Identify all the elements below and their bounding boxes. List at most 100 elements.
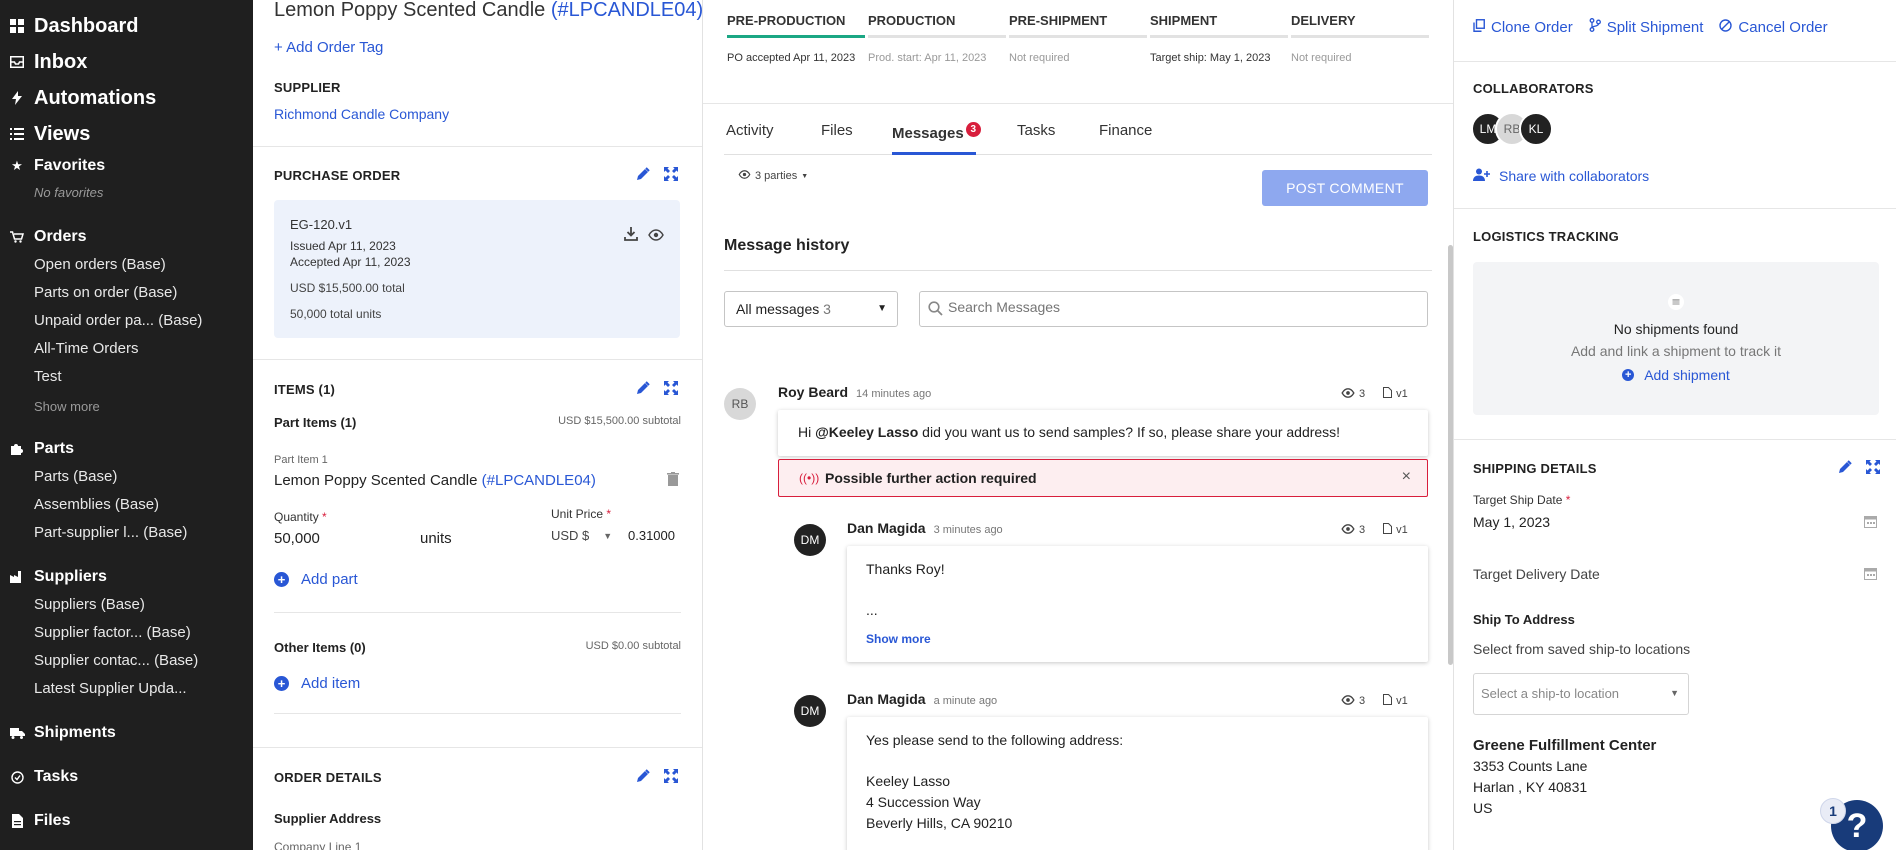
nav-parts[interactable]: Parts [0, 439, 253, 459]
target-ship-label-text: Target Ship Date [1473, 493, 1563, 507]
tab-finance[interactable]: Finance [1099, 122, 1152, 139]
split-shipment-button[interactable]: Split Shipment [1589, 18, 1703, 36]
part-ref-link[interactable]: (#LPCANDLE04) [482, 472, 596, 489]
edit-icon[interactable] [636, 381, 650, 400]
edit-icon[interactable] [636, 769, 650, 788]
nav-latest-supplier[interactable]: Latest Supplier Upda... [34, 680, 187, 697]
nav-part-supplier[interactable]: Part-supplier l... (Base) [34, 524, 187, 541]
message-version[interactable]: v1 [1396, 388, 1408, 400]
items-label: ITEMS (1) [274, 382, 336, 397]
nav-parts-base[interactable]: Parts (Base) [34, 468, 117, 485]
expand-icon[interactable] [1866, 460, 1880, 479]
nav-suppliers-base[interactable]: Suppliers (Base) [34, 596, 145, 613]
search-messages-input[interactable] [948, 299, 1408, 315]
edit-icon[interactable] [636, 167, 650, 186]
tab-activity[interactable]: Activity [726, 122, 774, 139]
collaborator-avatar[interactable]: KL [1519, 112, 1553, 146]
cancel-order-label: Cancel Order [1738, 18, 1828, 36]
avatar: RB [724, 388, 756, 420]
search-messages-field[interactable] [919, 291, 1428, 327]
messages-count-badge: 3 [965, 122, 981, 137]
tab-tasks[interactable]: Tasks [1017, 122, 1055, 139]
add-item-button[interactable]: + Add item [274, 675, 681, 692]
logistics-label: LOGISTICS TRACKING [1473, 229, 1619, 244]
nav-supplier-factor[interactable]: Supplier factor... (Base) [34, 624, 191, 641]
tab-messages[interactable]: Messages 3 [892, 122, 981, 142]
calendar-icon[interactable] [1864, 567, 1877, 585]
broadcast-icon: ((•)) [799, 471, 820, 485]
lightning-icon [0, 91, 34, 105]
edit-icon[interactable] [1838, 460, 1852, 479]
purchase-order-card[interactable]: EG-120.v1 Issued Apr 11, 2023 Accepted A… [274, 200, 680, 338]
show-more-link[interactable]: Show more [866, 632, 931, 646]
cancel-order-button[interactable]: Cancel Order [1719, 18, 1828, 36]
eye-icon [1341, 694, 1355, 708]
mention[interactable]: @Keeley Lasso [815, 424, 918, 440]
nav-parts-on-order[interactable]: Parts on order (Base) [34, 284, 177, 301]
divider [253, 747, 702, 748]
expand-icon[interactable] [664, 167, 678, 186]
share-label: Share with collaborators [1499, 168, 1650, 184]
eye-icon [1341, 523, 1355, 537]
expand-icon[interactable] [664, 769, 678, 788]
trash-icon[interactable] [667, 472, 679, 491]
alert-text: Possible further action required [825, 470, 1037, 486]
author-name: Dan Magida [847, 691, 926, 707]
nav-automations[interactable]: Automations [0, 84, 253, 112]
nav-orders[interactable]: Orders [0, 227, 253, 247]
currency-select[interactable]: USD $ ▼ [551, 528, 612, 543]
message-filter-select[interactable]: All messages 3 ▼ [724, 291, 898, 327]
show-more-link[interactable]: Show more [34, 399, 100, 414]
part-items-subtotal: USD $15,500.00 subtotal [558, 415, 681, 427]
eye-icon[interactable] [648, 228, 664, 246]
add-shipment-button[interactable]: + Add shipment [1473, 367, 1879, 383]
parties-label: 3 parties [755, 170, 798, 182]
text-part: Hi [798, 424, 816, 440]
nav-files[interactable]: Files [0, 811, 253, 831]
target-delivery-input[interactable]: Target Delivery Date [1473, 566, 1853, 582]
close-icon[interactable]: × [1402, 468, 1411, 486]
part-item-index: Part Item 1 [274, 454, 328, 466]
share-collaborators-button[interactable]: Share with collaborators [1473, 168, 1649, 184]
tab-files[interactable]: Files [821, 122, 853, 139]
add-part-button[interactable]: + Add part [274, 571, 681, 588]
nav-assemblies[interactable]: Assemblies (Base) [34, 496, 159, 513]
nav-all-time-orders[interactable]: All-Time Orders [34, 340, 138, 357]
stage-name: DELIVERY [1291, 13, 1356, 28]
message-time: a minute ago [933, 695, 998, 707]
post-comment-button[interactable]: POST COMMENT [1262, 170, 1428, 206]
question-icon: ? [1846, 806, 1868, 845]
calendar-icon[interactable] [1864, 515, 1877, 533]
supplier-link[interactable]: Richmond Candle Company [274, 106, 681, 122]
nav-unpaid-order[interactable]: Unpaid order pa... (Base) [34, 312, 202, 329]
author-name: Roy Beard [778, 384, 849, 400]
target-ship-input[interactable]: May 1, 2023 [1473, 514, 1853, 530]
message-version[interactable]: v1 [1396, 695, 1408, 707]
stage-name: SHIPMENT [1150, 13, 1218, 28]
clone-order-button[interactable]: Clone Order [1473, 18, 1573, 36]
nav-inbox[interactable]: Inbox [0, 48, 253, 76]
parties-dropdown[interactable]: 3 parties ▼ [738, 170, 808, 182]
nav-favorites[interactable]: ★ Favorites [0, 156, 253, 176]
nav-shipments[interactable]: Shipments [0, 723, 253, 743]
quantity-input[interactable]: 50,000 [274, 530, 394, 547]
message-version[interactable]: v1 [1396, 524, 1408, 536]
expand-icon[interactable] [664, 381, 678, 400]
ship-to-select[interactable]: Select a ship-to location ▼ [1473, 673, 1689, 715]
po-issued: Issued Apr 11, 2023 [290, 239, 396, 253]
nav-views[interactable]: Views [0, 120, 253, 148]
po-document-link[interactable]: EG-120.v1 [290, 217, 352, 232]
nav-suppliers[interactable]: Suppliers [0, 567, 253, 587]
nav-dashboard[interactable]: Dashboard [0, 12, 253, 40]
tab-messages-label: Messages [892, 125, 964, 142]
download-icon[interactable] [624, 227, 638, 246]
nav-open-orders[interactable]: Open orders (Base) [34, 256, 166, 273]
po-accepted: Accepted Apr 11, 2023 [290, 255, 411, 269]
nav-test[interactable]: Test [34, 368, 62, 385]
message-author: Roy Beard 14 minutes ago [778, 384, 931, 400]
add-order-tag-link[interactable]: + Add Order Tag [274, 39, 681, 56]
unit-price-input[interactable]: 0.31000 [628, 528, 682, 543]
nav-supplier-contact[interactable]: Supplier contac... (Base) [34, 652, 198, 669]
order-ref[interactable]: (#LPCANDLE04) [551, 0, 702, 21]
nav-tasks[interactable]: Tasks [0, 767, 253, 787]
